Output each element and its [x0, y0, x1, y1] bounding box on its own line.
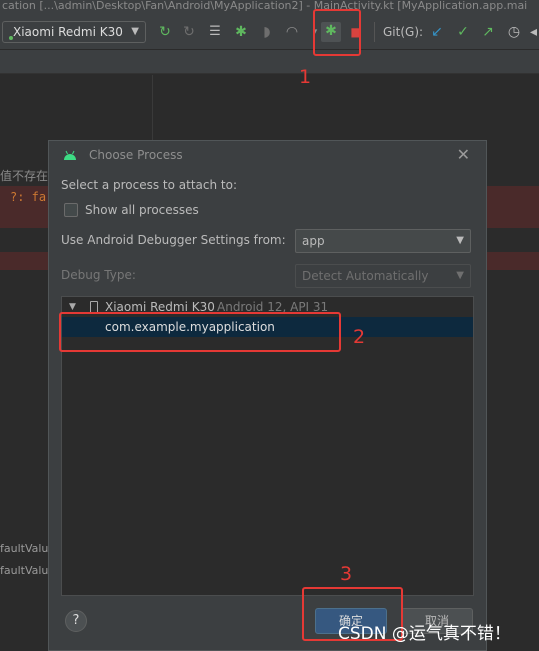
- annotation-box-1: [313, 9, 361, 56]
- chevron-down-icon: ▼: [456, 235, 464, 246]
- history-icon[interactable]: ◷: [505, 23, 523, 41]
- code-line: faultValu: [0, 542, 49, 555]
- android-icon: [64, 150, 76, 160]
- editor-tabs-strip: [0, 50, 539, 74]
- git-update-icon[interactable]: ↙: [428, 23, 446, 41]
- debugger-settings-value: app: [302, 234, 325, 248]
- git-commit-icon[interactable]: ✓: [454, 23, 472, 41]
- toolbar-divider: [374, 22, 375, 42]
- annotation-number-1: 1: [299, 66, 312, 88]
- profile-icon[interactable]: ◠: [283, 23, 301, 41]
- close-icon[interactable]: ✕: [457, 145, 470, 164]
- annotation-number-2: 2: [353, 326, 366, 348]
- main-toolbar: Xiaomi Redmi K30 ▼ ↻ ↻ ☰ ✱ ◗ ◠ ▾ ✱ ■ Git…: [0, 12, 539, 50]
- device-selector-label: Xiaomi Redmi K30: [13, 25, 123, 39]
- debugger-settings-select[interactable]: app ▼: [295, 229, 471, 253]
- device-status-icon: [9, 36, 13, 40]
- code-line: faultValu: [0, 564, 49, 577]
- prompt-label: Select a process to attach to:: [61, 178, 238, 192]
- code-comment: 值不存在: [0, 169, 49, 183]
- git-label: Git(G):: [383, 25, 424, 39]
- watermark: CSDN @运气真不错！: [338, 624, 511, 644]
- revert-icon[interactable]: ◂: [528, 23, 539, 41]
- debug-type-value: Detect Automatically: [302, 269, 429, 283]
- restart-icon[interactable]: ↻: [180, 23, 198, 41]
- rerun-icon[interactable]: ↻: [156, 23, 174, 41]
- show-all-label[interactable]: Show all processes: [85, 203, 199, 217]
- show-all-checkbox[interactable]: [64, 203, 78, 217]
- annotation-box-2: [59, 312, 341, 352]
- debugger-settings-label: Use Android Debugger Settings from:: [61, 233, 286, 247]
- chevron-down-icon: ▼: [456, 270, 464, 281]
- logcat-icon[interactable]: ☰: [206, 23, 224, 41]
- choose-process-dialog: Choose Process ✕ Select a process to att…: [48, 140, 487, 651]
- dialog-title-bar: Choose Process ✕: [49, 141, 486, 171]
- help-button[interactable]: ?: [65, 610, 87, 632]
- device-selector[interactable]: Xiaomi Redmi K30 ▼: [2, 21, 146, 43]
- debug-type-select[interactable]: Detect Automatically ▼: [295, 264, 471, 288]
- debug-type-label: Debug Type:: [61, 268, 136, 282]
- dialog-title: Choose Process: [89, 148, 183, 162]
- coverage-icon[interactable]: ◗: [258, 23, 276, 41]
- window-title: cation [...\admin\Desktop\Fan\Android\My…: [0, 0, 539, 12]
- annotation-number-3: 3: [340, 563, 353, 585]
- git-push-icon[interactable]: ↗: [479, 23, 497, 41]
- code-line: ?: fa: [10, 190, 47, 204]
- debug-icon[interactable]: ✱: [232, 23, 250, 41]
- chevron-down-icon: ▼: [131, 26, 139, 37]
